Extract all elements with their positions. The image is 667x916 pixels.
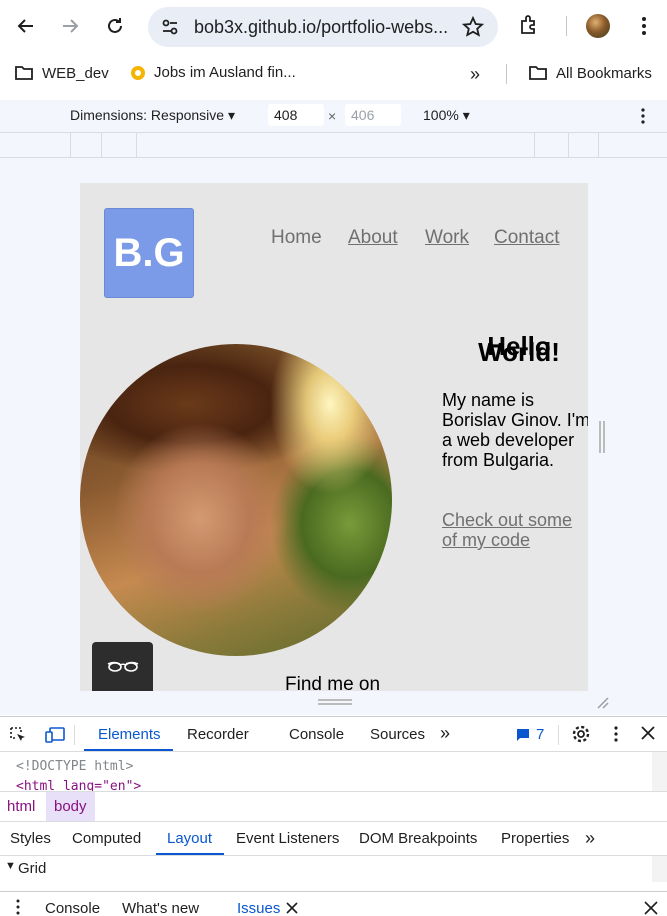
url-text[interactable]: bob3x.github.io/portfolio-webs...: [194, 17, 448, 38]
emulated-page: B.G Home About Work Contact Hello World!…: [80, 183, 588, 691]
browser-toolbar: bob3x.github.io/portfolio-webs...: [0, 0, 667, 56]
favicon-icon: [131, 65, 145, 80]
settings-gear-icon[interactable]: [571, 724, 591, 748]
tab-elements[interactable]: Elements: [98, 726, 161, 743]
folder-icon: [529, 66, 547, 80]
tab-event-listeners[interactable]: Event Listeners: [236, 830, 339, 847]
folder-icon: [15, 66, 33, 80]
resize-corner-icon[interactable]: [594, 694, 610, 715]
reload-button[interactable]: [101, 12, 129, 40]
inspect-element-icon[interactable]: [8, 725, 28, 749]
site-settings-icon[interactable]: [160, 17, 180, 42]
code-link[interactable]: Check out some of my code: [442, 510, 588, 550]
bookmark-star-icon[interactable]: [461, 15, 485, 43]
device-toolbar-menu-icon[interactable]: [638, 107, 648, 128]
breadcrumb: html body: [0, 791, 667, 822]
nav-work[interactable]: Work: [425, 227, 469, 249]
forward-button[interactable]: [56, 12, 84, 40]
message-icon: [517, 728, 529, 741]
all-bookmarks-label: All Bookmarks: [556, 64, 652, 82]
nav-contact[interactable]: Contact: [494, 227, 559, 249]
tab-dom-breakpoints[interactable]: DOM Breakpoints: [359, 830, 477, 847]
nav-about[interactable]: About: [348, 227, 398, 249]
tab-layout[interactable]: Layout: [167, 830, 212, 847]
device-toolbar: Dimensions: Responsive ▾ 408 × 406 100% …: [0, 100, 667, 132]
drawer-tab-whats-new[interactable]: What's new: [122, 900, 199, 916]
media-query-ruler[interactable]: [0, 132, 667, 158]
address-bar[interactable]: bob3x.github.io/portfolio-webs...: [148, 7, 498, 47]
devtools-tab-bar: Elements Recorder Console Sources » 7: [0, 716, 667, 751]
drawer-tab-console[interactable]: Console: [45, 900, 100, 916]
find-me-heading: Find me on: [285, 674, 381, 691]
tab-computed[interactable]: Computed: [72, 830, 141, 847]
breadcrumb-html[interactable]: html: [7, 798, 35, 815]
tab-console[interactable]: Console: [289, 726, 344, 743]
resize-handle-bottom[interactable]: [318, 699, 352, 705]
intro-text: My name is Borislav Ginov. I'm a web dev…: [442, 390, 588, 470]
triangle-down-icon: ▼: [5, 860, 16, 872]
more-sub-tabs-icon[interactable]: »: [585, 828, 595, 849]
zoom-dropdown[interactable]: 100% ▾: [423, 107, 470, 124]
close-devtools-icon[interactable]: [640, 725, 656, 745]
breadcrumb-body[interactable]: body: [46, 792, 95, 822]
tab-styles[interactable]: Styles: [10, 830, 51, 847]
bookmarks-divider: [506, 64, 507, 84]
extensions-icon[interactable]: [518, 13, 542, 42]
arrow-left-icon: [17, 19, 33, 33]
drawer-menu-icon[interactable]: [15, 899, 21, 916]
all-bookmarks-button[interactable]: All Bookmarks: [528, 64, 652, 82]
close-drawer-icon[interactable]: [644, 901, 658, 916]
resize-handle-right[interactable]: [599, 421, 605, 453]
more-tabs-icon[interactable]: »: [440, 723, 450, 744]
doctype-line[interactable]: <!DOCTYPE html>: [16, 759, 133, 774]
caret-down-icon: ▾: [227, 107, 235, 123]
drawer-tab-issues[interactable]: Issues: [237, 900, 280, 916]
nav-home[interactable]: Home: [271, 227, 322, 249]
browser-menu-icon[interactable]: [636, 14, 652, 43]
bookmark-label: WEB_dev: [42, 64, 109, 82]
dimensions-dropdown[interactable]: Dimensions: Responsive ▾: [70, 107, 235, 124]
grid-label: Grid: [18, 860, 47, 877]
devtools-menu-icon[interactable]: [612, 725, 620, 747]
back-button[interactable]: [12, 12, 40, 40]
tab-sources[interactable]: Sources: [370, 726, 425, 743]
caret-down-icon: ▾: [462, 107, 470, 123]
profile-avatar[interactable]: [586, 14, 610, 38]
devtools-drawer: Console What's new Issues: [0, 891, 667, 916]
bookmarks-bar: WEB_dev Jobs im Ausland fin... » All Boo…: [0, 56, 667, 92]
arrow-right-icon: [63, 19, 79, 33]
width-input[interactable]: 408: [268, 104, 324, 126]
grid-section-header[interactable]: ▼ Grid: [0, 855, 667, 882]
bookmark-web-dev[interactable]: WEB_dev: [14, 64, 109, 82]
tab-recorder[interactable]: Recorder: [187, 726, 249, 743]
site-logo[interactable]: B.G: [104, 208, 194, 298]
tab-properties[interactable]: Properties: [501, 830, 569, 847]
glasses-button[interactable]: [92, 642, 153, 691]
glasses-icon: [107, 661, 138, 672]
device-toggle-icon[interactable]: [44, 725, 66, 749]
elements-sub-tabs: Styles Computed Layout Event Listeners D…: [0, 821, 667, 855]
bookmarks-overflow-button[interactable]: »: [470, 64, 480, 85]
height-input[interactable]: 406: [345, 104, 401, 126]
bookmark-label: Jobs im Ausland fin...: [154, 64, 296, 81]
reload-icon: [108, 18, 122, 33]
hero-heading-line2: World!: [478, 337, 560, 367]
layout-scrollbar[interactable]: [652, 856, 667, 882]
dom-tree[interactable]: <!DOCTYPE html> <html lang="en">: [0, 751, 667, 794]
bookmark-jobs[interactable]: Jobs im Ausland fin...: [130, 64, 296, 81]
times-sign: ×: [328, 108, 337, 124]
toolbar-divider: [566, 16, 567, 36]
close-issues-icon[interactable]: [286, 901, 298, 916]
issues-counter[interactable]: 7: [516, 726, 544, 743]
profile-photo: [80, 344, 392, 656]
dom-tree-scrollbar[interactable]: [652, 752, 667, 792]
